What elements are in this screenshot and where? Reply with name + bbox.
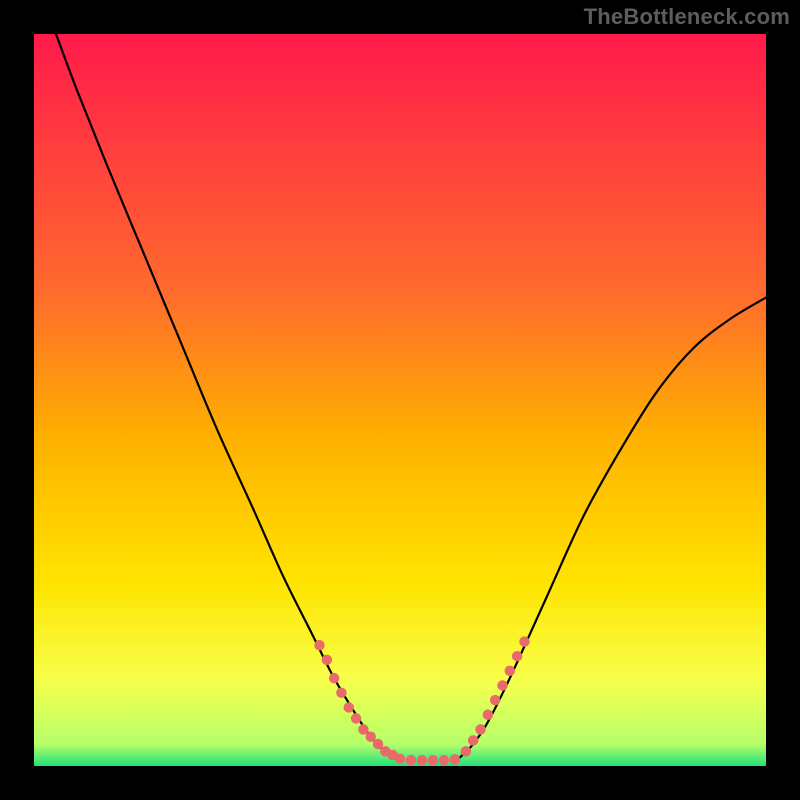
marker-dot: [475, 724, 485, 734]
marker-dot: [490, 695, 500, 705]
marker-dot: [336, 688, 346, 698]
marker-dot: [406, 755, 416, 765]
chart-stage: TheBottleneck.com: [0, 0, 800, 800]
marker-dot: [439, 755, 449, 765]
marker-dot: [505, 666, 515, 676]
marker-dot: [351, 713, 361, 723]
marker-dot: [322, 655, 332, 665]
marker-dot: [468, 735, 478, 745]
bottleneck-curve-chart: [34, 34, 766, 766]
marker-dot: [314, 640, 324, 650]
marker-dot: [519, 636, 529, 646]
gradient-background: [34, 34, 766, 766]
marker-dot: [461, 746, 471, 756]
marker-dot: [428, 755, 438, 765]
marker-dot: [497, 680, 507, 690]
marker-dot: [329, 673, 339, 683]
marker-dot: [395, 753, 405, 763]
marker-dot: [417, 755, 427, 765]
marker-dot: [512, 651, 522, 661]
marker-dot: [483, 710, 493, 720]
marker-dot: [450, 754, 460, 764]
watermark-label: TheBottleneck.com: [584, 4, 790, 30]
plot-area: [34, 34, 766, 766]
marker-dot: [344, 702, 354, 712]
